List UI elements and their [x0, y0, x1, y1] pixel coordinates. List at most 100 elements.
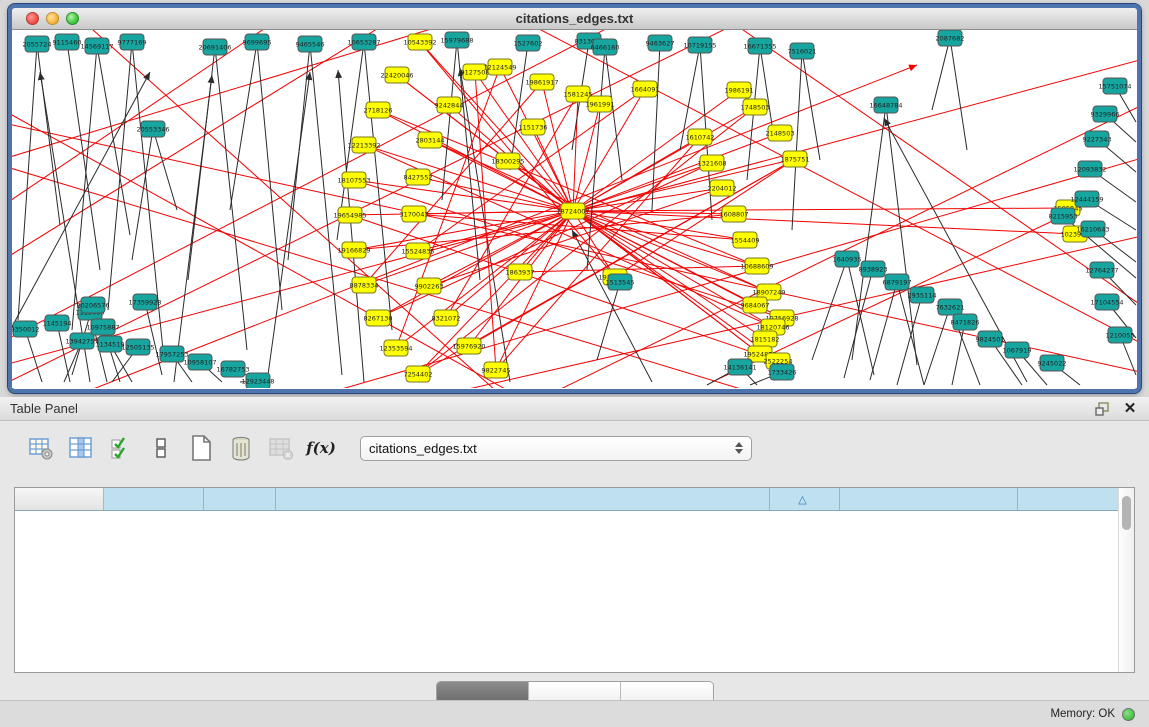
graph-node[interactable]: 18724007 — [556, 203, 589, 219]
graph-node[interactable]: 16648784 — [869, 97, 902, 113]
selected-edge[interactable] — [418, 211, 573, 374]
graph-node[interactable]: 17359928 — [128, 294, 161, 310]
close-panel-icon[interactable]: ✕ — [1121, 401, 1139, 417]
graph-node[interactable]: 9115460 — [53, 34, 82, 50]
graph-node[interactable]: 14136141 — [723, 359, 756, 375]
float-panel-icon[interactable] — [1093, 401, 1111, 417]
table-row[interactable] — [15, 510, 1118, 526]
graph-node[interactable]: 16210643 — [1076, 221, 1109, 237]
graph-node[interactable]: 3170043 — [400, 206, 429, 222]
table-select-dropdown[interactable]: citations_edges.txt — [360, 436, 752, 461]
graph-node[interactable]: 9684067 — [741, 297, 770, 313]
graph-node[interactable]: 9777169 — [118, 34, 147, 50]
selected-edge[interactable] — [573, 159, 795, 211]
edge[interactable] — [97, 46, 130, 235]
selected-edge[interactable] — [573, 133, 780, 211]
edge[interactable] — [884, 118, 1027, 382]
graph-node[interactable]: 1554409 — [731, 232, 760, 248]
scrollbar-thumb[interactable] — [1122, 496, 1131, 530]
graph-node[interactable]: 15751074 — [1098, 78, 1131, 94]
edge[interactable] — [844, 269, 873, 378]
column-visibility-icon[interactable] — [68, 435, 94, 461]
edge[interactable] — [267, 72, 310, 382]
graph-node[interactable]: 8321072 — [432, 310, 461, 326]
edge[interactable] — [587, 47, 605, 270]
graph-node[interactable]: 20206576 — [76, 297, 109, 313]
graph-node[interactable]: 12124549 — [483, 59, 516, 75]
graph-node[interactable]: 1733426 — [768, 364, 797, 380]
graph-node[interactable]: 9463627 — [646, 35, 675, 51]
selected-edge[interactable] — [573, 211, 755, 305]
graph-node[interactable]: 15524835 — [401, 243, 434, 259]
graph-node[interactable]: 6879197 — [883, 274, 912, 290]
graph-node[interactable]: 19654985 — [333, 207, 366, 223]
graph-node[interactable]: 9350012 — [12, 321, 39, 337]
graph-node[interactable]: 20691406 — [198, 39, 231, 55]
graph-node[interactable]: 6466160 — [591, 39, 620, 55]
edge[interactable] — [886, 105, 917, 365]
graph-node[interactable]: 18107553 — [337, 172, 370, 188]
graph-node[interactable]: 12444159 — [1070, 191, 1103, 207]
edge[interactable] — [18, 44, 37, 320]
graph-node[interactable]: 18300295 — [491, 153, 524, 169]
graph-node[interactable]: 1527602 — [514, 35, 543, 51]
column-header-title[interactable] — [275, 488, 769, 510]
edge[interactable] — [897, 295, 922, 385]
table-row[interactable] — [15, 558, 1118, 574]
row-height-icon[interactable] — [148, 435, 174, 461]
graph-node[interactable]: 10653287 — [347, 34, 380, 50]
graph-node[interactable]: 16782753 — [216, 361, 249, 377]
graph-node[interactable]: 2935114 — [908, 287, 937, 303]
graph-node[interactable]: 8878334 — [350, 277, 379, 293]
column-header-year[interactable] — [203, 488, 275, 510]
graph-node[interactable]: 9824501 — [976, 331, 1005, 347]
column-header-short[interactable] — [839, 488, 1017, 510]
graph-node[interactable]: 1664091 — [631, 81, 660, 97]
selected-edge[interactable] — [378, 163, 712, 318]
graph-node[interactable]: 9465546 — [296, 36, 325, 52]
edge[interactable] — [924, 307, 950, 385]
graph-node[interactable]: 2087682 — [936, 30, 965, 46]
selected-edge[interactable] — [469, 159, 795, 346]
edge[interactable] — [605, 47, 622, 180]
column-header-name[interactable] — [15, 488, 103, 510]
selected-edge[interactable] — [573, 208, 1068, 211]
graph-node[interactable]: 12923448 — [241, 373, 274, 388]
graph-node[interactable]: 10688609 — [740, 258, 773, 274]
edge[interactable] — [310, 44, 342, 375]
table-row[interactable] — [15, 590, 1118, 606]
edge[interactable] — [338, 70, 364, 382]
edge[interactable] — [792, 51, 802, 230]
graph-node[interactable]: 7254402 — [404, 366, 433, 382]
graph-node[interactable]: 2803144 — [416, 132, 445, 148]
graph-node[interactable]: 8427552 — [404, 169, 433, 185]
graph-node[interactable]: 1986191 — [725, 82, 754, 98]
graph-node[interactable]: 1210055 — [1106, 327, 1135, 343]
graph-node[interactable]: 2718126 — [364, 102, 393, 118]
graph-node[interactable]: 9699695 — [243, 34, 272, 50]
graph-node[interactable]: 14569117 — [80, 38, 113, 54]
delete-table-icon[interactable] — [228, 435, 254, 461]
graph-node[interactable]: 10975887 — [86, 319, 119, 335]
table-row[interactable] — [15, 638, 1118, 654]
table-row[interactable] — [15, 606, 1118, 622]
table-row[interactable] — [15, 574, 1118, 590]
graph-node[interactable]: 12353594 — [379, 340, 412, 356]
edge[interactable] — [108, 42, 132, 310]
selected-edge[interactable] — [496, 211, 573, 370]
column-header-pagerank[interactable] — [1017, 488, 1118, 510]
window-titlebar[interactable]: citations_edges.txt — [12, 8, 1137, 30]
edge[interactable] — [597, 282, 620, 360]
select-all-icon[interactable] — [108, 435, 134, 461]
graph-node[interactable]: 10719155 — [683, 37, 716, 53]
graph-node[interactable]: 16671355 — [743, 38, 776, 54]
graph-node[interactable]: 8215953 — [1049, 208, 1078, 224]
graph-node[interactable]: 1134519 — [96, 336, 125, 352]
graph-node[interactable]: 15979688 — [440, 32, 473, 48]
edge[interactable] — [572, 230, 652, 382]
graph-node[interactable]: 1875751 — [781, 151, 810, 167]
graph-node[interactable]: 9822745 — [482, 362, 511, 378]
graph-node[interactable]: 1640935 — [833, 251, 862, 267]
graph-node[interactable]: 10958107 — [183, 354, 216, 370]
new-document-icon[interactable] — [188, 435, 214, 461]
